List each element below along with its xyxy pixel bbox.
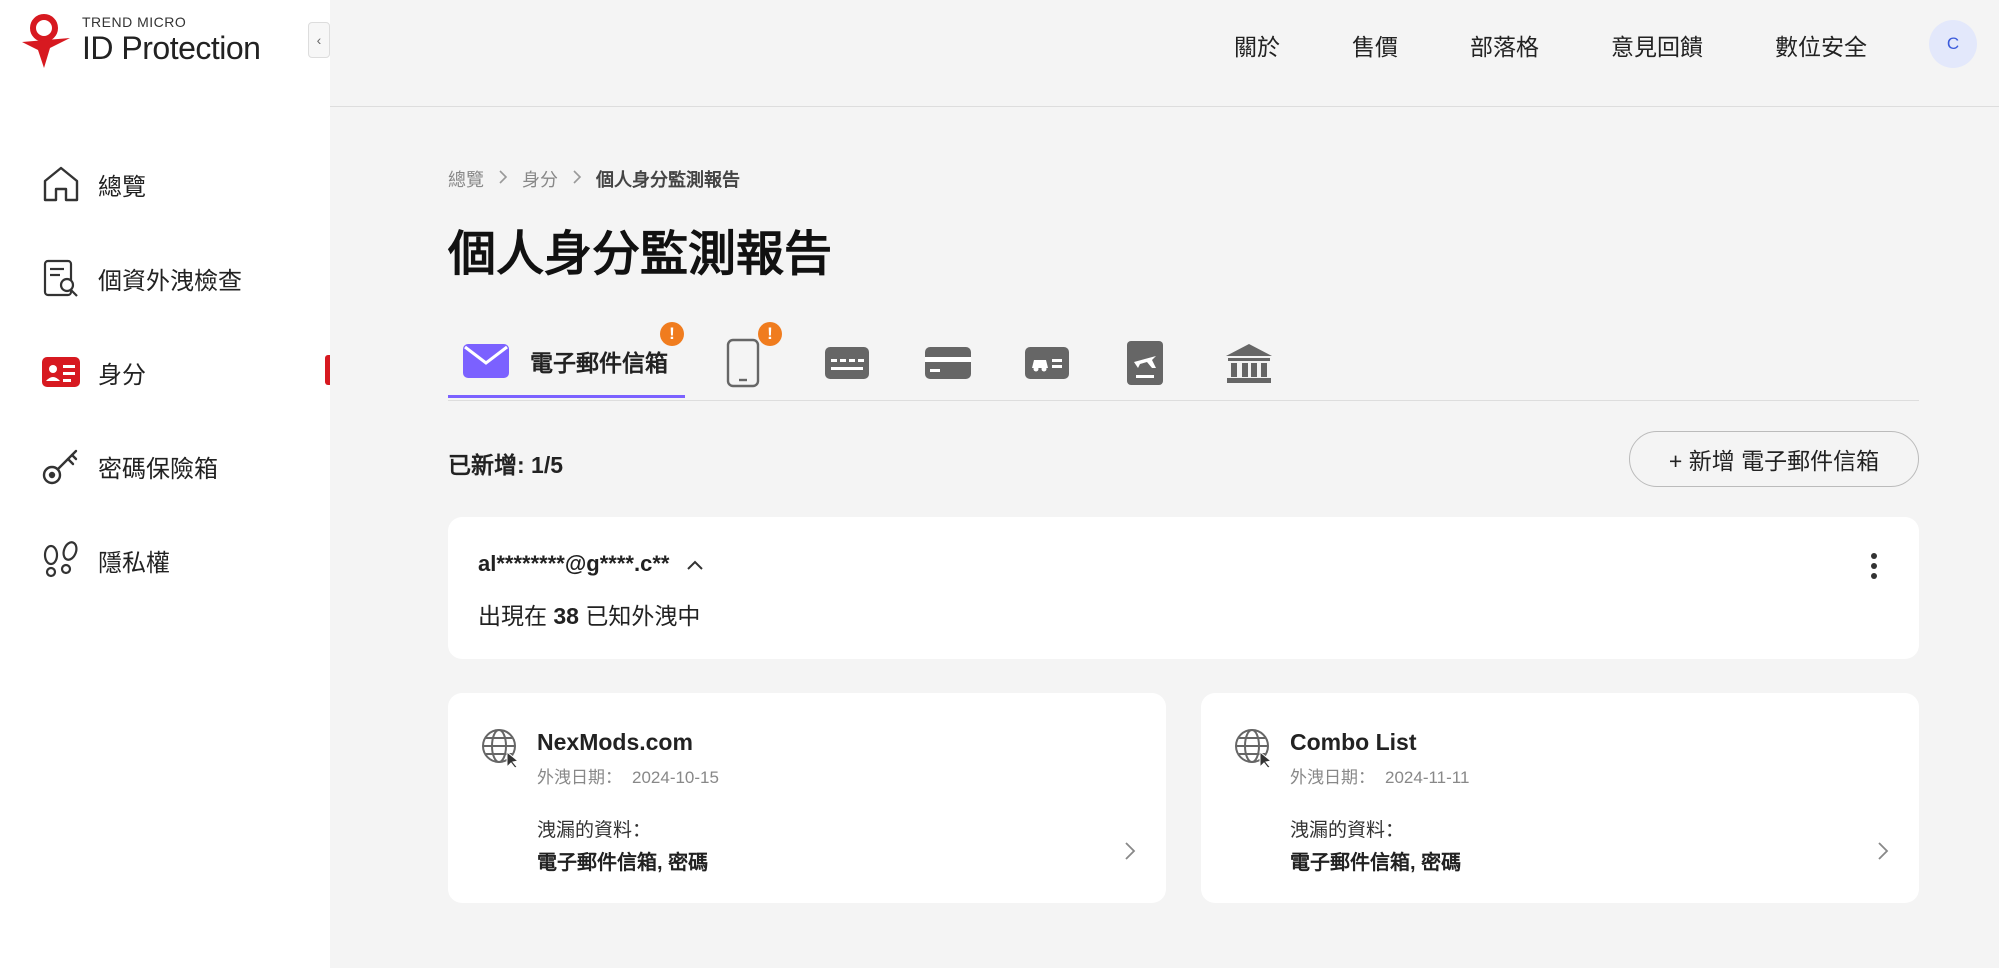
- breach-summary: 出現在 38 已知外洩中: [478, 597, 700, 631]
- trend-micro-logo-icon: [22, 14, 70, 68]
- top-bar: 關於 售價 部落格 意見回饋 數位安全 C: [330, 0, 1999, 107]
- chevron-right-icon: [498, 169, 508, 190]
- phone-icon: [726, 338, 760, 388]
- sidebar-item-label: 總覽: [98, 173, 146, 201]
- home-icon: [40, 163, 82, 205]
- collapse-sidebar-button[interactable]: ‹: [308, 22, 330, 58]
- bank-icon: [1226, 344, 1272, 383]
- brand-main-text: ID Protection: [82, 30, 261, 66]
- globe-cursor-icon: [1235, 729, 1273, 769]
- page-title: 個人身分監測報告: [448, 228, 833, 281]
- document-search-icon: [40, 257, 82, 299]
- identity-tabs: 電子郵件信箱 ! !: [448, 322, 1919, 401]
- footprints-icon: [40, 539, 82, 581]
- add-email-button[interactable]: + 新增 電子郵件信箱: [1629, 431, 1919, 487]
- sidebar-item-label: 密碼保險箱: [98, 455, 218, 483]
- sidebar-item-overview[interactable]: 總覽: [0, 137, 330, 231]
- tab-bank[interactable]: [1224, 326, 1274, 400]
- breach-date-value: 2024-11-11: [1385, 768, 1470, 787]
- chevron-right-icon: [1124, 841, 1136, 867]
- leaked-data-value: 電子郵件信箱, 密碼: [1290, 852, 1462, 874]
- tab-email[interactable]: 電子郵件信箱 !: [448, 322, 685, 398]
- sidebar-item-label: 隱私權: [98, 549, 170, 577]
- globe-cursor-icon: [482, 729, 520, 769]
- sidebar-item-label: 身分: [98, 361, 146, 389]
- breadcrumb-item-identity[interactable]: 身分: [522, 166, 558, 192]
- passport-icon: [1127, 341, 1163, 385]
- chevron-left-icon: ‹: [316, 32, 322, 48]
- breach-date: 外洩日期： 2024-11-11: [1290, 763, 1469, 788]
- key-icon: [40, 445, 82, 487]
- breadcrumb-item-overview[interactable]: 總覽: [448, 166, 484, 192]
- sidebar-item-identity[interactable]: 身分: [0, 325, 330, 419]
- sidebar: TREND MICRO ID Protection ‹ 總覽 個資外洩檢查 身分: [0, 0, 330, 968]
- top-nav: 關於 售價 部落格 意見回饋 數位安全: [1162, 28, 1867, 62]
- topnav-link-blog[interactable]: 部落格: [1470, 28, 1539, 62]
- driver-license-icon: [1025, 347, 1069, 379]
- alert-icon: !: [660, 322, 684, 346]
- summary-prefix: 出現在: [478, 603, 547, 629]
- tab-passport[interactable]: [1126, 326, 1166, 400]
- user-avatar[interactable]: C: [1929, 20, 1977, 68]
- alert-icon: !: [758, 322, 782, 346]
- id-card-horizontal-icon: [825, 347, 869, 379]
- tab-email-label: 電子郵件信箱: [530, 349, 668, 376]
- more-options-icon[interactable]: [1871, 553, 1879, 579]
- topnav-link-feedback[interactable]: 意見回饋: [1611, 28, 1703, 62]
- mail-icon: [463, 343, 509, 378]
- topnav-link-pricing[interactable]: 售價: [1352, 28, 1398, 62]
- leaked-data-label: 洩漏的資料：: [1290, 820, 1405, 841]
- credit-card-icon: [925, 347, 971, 379]
- email-address[interactable]: al********@g****.c**: [478, 551, 704, 577]
- breach-card[interactable]: Combo List 外洩日期： 2024-11-11 洩漏的資料： 電子郵件信箱…: [1201, 693, 1919, 903]
- breach-date-label: 外洩日期：: [1290, 768, 1375, 787]
- topnav-link-digital-security[interactable]: 數位安全: [1775, 28, 1867, 62]
- breach-date-label: 外洩日期：: [537, 768, 622, 787]
- breach-name: NexMods.com: [537, 729, 693, 755]
- leaked-data-value: 電子郵件信箱, 密碼: [537, 852, 709, 874]
- breach-card[interactable]: NexMods.com 外洩日期： 2024-10-15 洩漏的資料： 電子郵件信…: [448, 693, 1166, 903]
- tab-driver-license[interactable]: [1024, 326, 1072, 400]
- leaked-data-label: 洩漏的資料：: [537, 820, 652, 841]
- brand-logo[interactable]: TREND MICRO ID Protection: [20, 12, 261, 70]
- sidebar-nav: 總覽 個資外洩檢查 身分 密碼保險箱 隱私權: [0, 137, 330, 607]
- breach-count: 38: [553, 603, 579, 629]
- tab-id-card[interactable]: [824, 326, 872, 400]
- sidebar-item-password-vault[interactable]: 密碼保險箱: [0, 419, 330, 513]
- breach-name: Combo List: [1290, 729, 1417, 755]
- brand-top-text: TREND MICRO: [82, 14, 187, 30]
- sidebar-item-privacy[interactable]: 隱私權: [0, 513, 330, 607]
- topnav-link-about[interactable]: 關於: [1234, 28, 1280, 62]
- breadcrumb: 總覽 身分 個人身分監測報告: [448, 166, 740, 192]
- added-count: 已新增: 1/5: [448, 452, 564, 478]
- breach-date-value: 2024-10-15: [632, 768, 719, 787]
- breach-date: 外洩日期： 2024-10-15: [537, 763, 719, 788]
- sidebar-item-breach-check[interactable]: 個資外洩檢查: [0, 231, 330, 325]
- summary-suffix: 已知外洩中: [585, 603, 701, 629]
- tab-credit-card[interactable]: [924, 326, 972, 400]
- email-card[interactable]: al********@g****.c** 出現在 38 已知外洩中: [448, 517, 1919, 659]
- chevron-up-icon: [686, 551, 704, 576]
- sidebar-item-label: 個資外洩檢查: [98, 267, 242, 295]
- chevron-right-icon: [1877, 841, 1889, 867]
- breadcrumb-item-current: 個人身分監測報告: [596, 170, 740, 190]
- tab-phone[interactable]: !: [726, 322, 782, 400]
- chevron-right-icon: [572, 169, 582, 190]
- id-card-icon: [40, 351, 82, 393]
- email-address-text: al********@g****.c**: [478, 551, 670, 576]
